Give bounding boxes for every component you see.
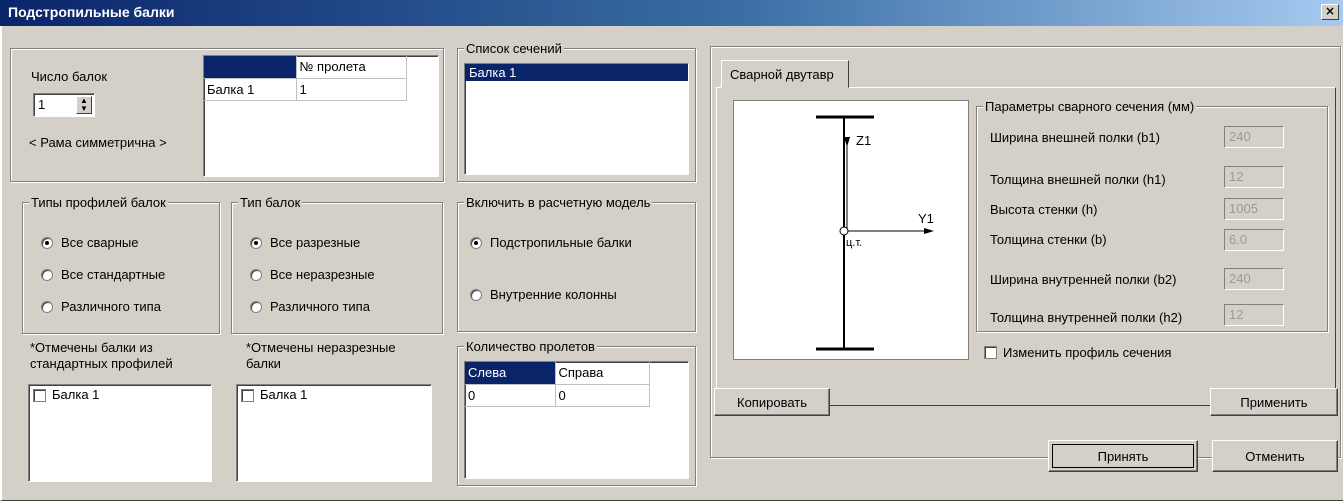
beam-types-legend: Тип балок: [238, 195, 303, 210]
z-axis-label: Z1: [856, 133, 872, 148]
param-label: Толщина стенки (b): [990, 232, 1107, 247]
radio-all-welded[interactable]: Все сварные: [41, 235, 139, 250]
tab-welded-ibeam[interactable]: Сварной двутавр: [721, 60, 849, 88]
centroid-label: ц.т.: [846, 237, 863, 249]
radio-label: Все неразрезные: [270, 267, 375, 282]
section-list-legend: Список сечений: [464, 41, 564, 56]
param-value[interactable]: 240: [1224, 126, 1284, 148]
radio-label: Все стандартные: [61, 267, 166, 282]
spans-legend: Количество пролетов: [464, 339, 597, 354]
radio-icon: [250, 300, 262, 313]
continuous-note: *Отмечены неразрезные балки: [246, 340, 396, 371]
radio-truss-beams[interactable]: Подстропильные балки: [470, 235, 632, 250]
checkbox-icon[interactable]: [984, 346, 997, 359]
section-listbox[interactable]: Балка 1: [464, 63, 689, 175]
title-bar: Подстропильные балки ×: [0, 0, 1343, 26]
table-row[interactable]: Балка 11: [204, 78, 407, 101]
spans-header-left: Слева: [465, 362, 556, 385]
param-label: Ширина внешней полки (b1): [990, 130, 1160, 145]
param-value[interactable]: 1005: [1224, 198, 1284, 220]
change-profile-checkbox[interactable]: Изменить профиль сечения: [984, 345, 1171, 360]
radio-mixed-beam[interactable]: Различного типа: [250, 299, 370, 314]
radio-mixed-profile[interactable]: Различного типа: [41, 299, 161, 314]
beam-types-group: Тип балок Все разрезные Все неразрезные …: [231, 195, 443, 334]
section-diagram: Z1 Y1 ц.т.: [733, 100, 969, 360]
accept-button[interactable]: Принять: [1048, 440, 1198, 472]
checkbox-icon[interactable]: [241, 389, 254, 403]
radio-icon: [41, 236, 53, 249]
copy-button[interactable]: Копировать: [714, 388, 830, 416]
section-list-group: Список сечений Балка 1: [457, 41, 696, 182]
spans-header-right: Справа: [555, 362, 650, 385]
ibeam-drawing: [816, 115, 934, 351]
radio-icon: [470, 288, 482, 301]
y-axis-label: Y1: [918, 211, 934, 226]
radio-all-continuous[interactable]: Все неразрезные: [250, 267, 375, 282]
radio-icon: [41, 268, 53, 281]
radio-label: Подстропильные балки: [490, 235, 632, 250]
table-cell: Балка 1: [204, 78, 297, 101]
radio-icon: [41, 300, 53, 313]
list-item[interactable]: Балка 1: [465, 64, 688, 81]
beams-table[interactable]: № пролета Балка 11: [203, 55, 439, 177]
radio-all-split[interactable]: Все разрезные: [250, 235, 360, 250]
list-item: Балка 1: [52, 387, 100, 402]
radio-all-standard[interactable]: Все стандартные: [41, 267, 165, 282]
continuous-beams-list[interactable]: Балка 1: [236, 384, 432, 482]
close-button[interactable]: ×: [1321, 4, 1339, 20]
param-label: Ширина внутренней полки (b2): [990, 272, 1177, 287]
param-label: Высота стенки (h): [990, 202, 1098, 217]
window-title: Подстропильные балки: [8, 4, 175, 20]
param-value[interactable]: 12: [1224, 166, 1284, 188]
table-row[interactable]: 00: [465, 384, 650, 407]
dialog-body: Число балок 1 ▲ ▼ < Рама симметрична > № …: [0, 26, 1343, 501]
radio-label: Все сварные: [61, 235, 139, 250]
params-legend: Параметры сварного сечения (мм): [983, 99, 1197, 114]
profile-types-legend: Типы профилей балок: [29, 195, 168, 210]
change-profile-label: Изменить профиль сечения: [1003, 345, 1172, 360]
beam-count-label: Число балок: [31, 69, 108, 84]
param-value[interactable]: 240: [1224, 268, 1284, 290]
param-value[interactable]: 12: [1224, 304, 1284, 326]
profile-note: *Отмечены балки из стандартных профилей: [30, 340, 173, 371]
standard-beams-list[interactable]: Балка 1: [28, 384, 212, 482]
radio-icon: [470, 236, 482, 249]
list-item: Балка 1: [260, 387, 308, 402]
param-label: Толщина внешней полки (h1): [990, 172, 1166, 187]
symmetric-label: < Рама симметрична >: [29, 135, 167, 150]
beam-count-value: 1: [38, 97, 46, 112]
spans-table[interactable]: Слева Справа 00: [464, 361, 689, 479]
beam-count-stepper[interactable]: 1 ▲ ▼: [33, 93, 95, 117]
radio-label: Все разрезные: [270, 235, 361, 250]
radio-label: Внутренние колонны: [490, 287, 617, 302]
radio-icon: [250, 236, 262, 249]
radio-label: Различного типа: [61, 299, 161, 314]
spin-arrows-icon[interactable]: ▲ ▼: [76, 96, 92, 114]
table-cell[interactable]: 1: [296, 78, 407, 101]
table-cell[interactable]: 0: [465, 384, 556, 407]
beams-group: Число балок 1 ▲ ▼ < Рама симметрична > № …: [10, 48, 444, 182]
table-header-span: № пролета: [296, 56, 407, 79]
include-model-legend: Включить в расчетную модель: [464, 195, 653, 210]
param-label: Толщина внутренней полки (h2): [990, 310, 1183, 325]
spans-group: Количество пролетов Слева Справа 00: [457, 339, 696, 486]
table-header-corner: [204, 56, 297, 79]
radio-inner-columns[interactable]: Внутренние колонны: [470, 287, 617, 302]
cancel-button[interactable]: Отменить: [1212, 440, 1338, 472]
param-value[interactable]: 6.0: [1224, 229, 1284, 251]
radio-label: Различного типа: [270, 299, 370, 314]
table-cell[interactable]: 0: [555, 384, 650, 407]
include-model-group: Включить в расчетную модель Подстропильн…: [457, 195, 696, 332]
profile-types-group: Типы профилей балок Все сварные Все стан…: [22, 195, 220, 334]
checkbox-icon[interactable]: [33, 389, 46, 403]
apply-button[interactable]: Применить: [1210, 388, 1338, 416]
radio-icon: [250, 268, 262, 281]
